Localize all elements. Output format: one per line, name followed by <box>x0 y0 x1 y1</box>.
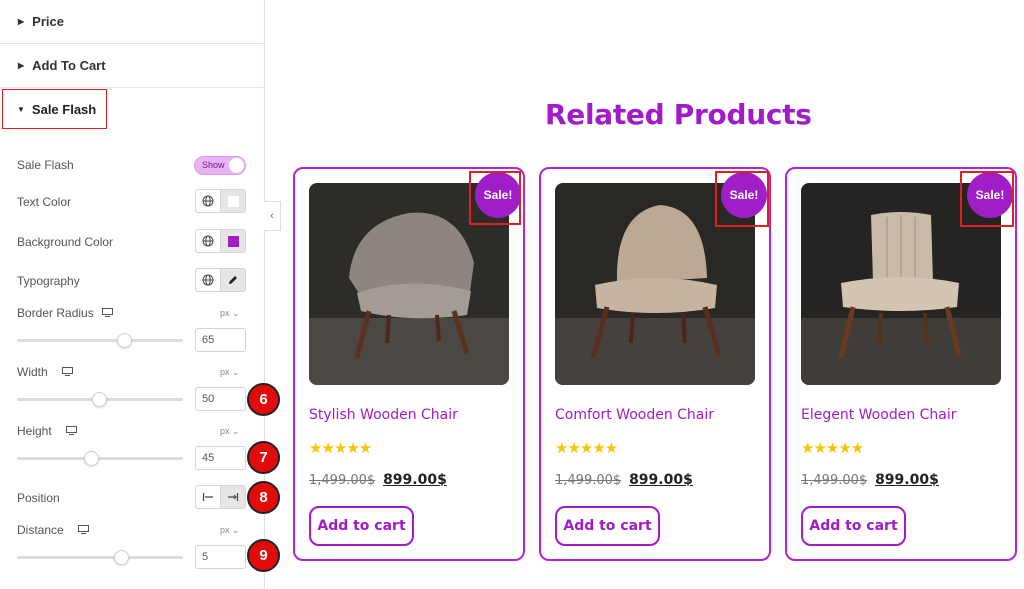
background-color-control <box>195 229 246 253</box>
section-add-to-cart[interactable]: ▶ Add To Cart <box>0 44 264 88</box>
typography-label: Typography <box>17 274 80 288</box>
position-label: Position <box>17 491 60 505</box>
product-card: Sale! Elegent Wooden Chair ★★★★★ 1,499.0… <box>785 167 1017 561</box>
text-color-label: Text Color <box>17 195 72 209</box>
add-to-cart-button[interactable]: Add to cart <box>555 506 660 546</box>
price-row: 1,499.00$ 899.00$ <box>309 471 447 488</box>
settings-panel: ▶ Price ▶ Add To Cart ▼ Sale Flash Sale … <box>0 0 280 589</box>
border-radius-input[interactable]: 65 <box>195 328 246 352</box>
border-radius-label: Border Radius <box>17 306 113 320</box>
text-color-control <box>195 189 246 213</box>
old-price: 1,499.00$ <box>801 473 868 488</box>
old-price: 1,499.00$ <box>555 473 622 488</box>
distance-input[interactable]: 5 <box>195 545 246 569</box>
pencil-icon[interactable] <box>220 269 245 291</box>
border-radius-slider-handle[interactable] <box>117 333 132 348</box>
star-rating: ★★★★★ <box>801 440 864 457</box>
globe-icon[interactable] <box>196 190 220 212</box>
height-input[interactable]: 45 <box>195 446 246 470</box>
caret-right-icon: ▶ <box>18 61 25 70</box>
monitor-icon[interactable] <box>77 523 89 537</box>
globe-icon[interactable] <box>196 269 220 291</box>
align-left-icon[interactable] <box>196 486 220 508</box>
section-sale-flash-label: Sale Flash <box>31 101 97 117</box>
add-to-cart-button[interactable]: Add to cart <box>309 506 414 546</box>
position-control <box>195 485 246 509</box>
height-text: Height <box>17 424 52 438</box>
height-slider[interactable] <box>17 457 183 460</box>
background-color-label: Background Color <box>17 235 114 249</box>
monitor-icon[interactable] <box>61 365 73 379</box>
width-unit[interactable]: px ⌄ <box>220 367 240 378</box>
old-price: 1,499.00$ <box>309 473 376 488</box>
width-text: Width <box>17 365 48 379</box>
product-name[interactable]: Elegent Wooden Chair <box>801 407 957 423</box>
highlight-outline <box>715 171 769 227</box>
sale-price: 899.00$ <box>383 472 447 488</box>
product-card: Sale! Stylish Wooden Chair ★★★★★ 1,499.0… <box>293 167 525 561</box>
sale-flash-toggle[interactable]: Show <box>194 156 246 175</box>
distance-text: Distance <box>17 523 64 537</box>
width-input[interactable]: 50 <box>195 387 246 411</box>
price-row: 1,499.00$ 899.00$ <box>555 471 693 488</box>
step-marker-9: 9 <box>247 539 280 572</box>
globe-icon[interactable] <box>196 230 220 252</box>
section-price-label: Price <box>32 14 64 29</box>
height-unit[interactable]: px ⌄ <box>220 426 240 437</box>
add-to-cart-button[interactable]: Add to cart <box>801 506 906 546</box>
highlight-outline <box>960 171 1014 227</box>
height-slider-handle[interactable] <box>84 451 99 466</box>
distance-slider-handle[interactable] <box>114 550 129 565</box>
monitor-icon[interactable] <box>65 424 77 438</box>
border-radius-text: Border Radius <box>17 306 94 320</box>
step-marker-7: 7 <box>247 441 280 474</box>
swatch <box>227 195 239 207</box>
chevron-left-icon: ‹ <box>270 210 274 222</box>
star-rating: ★★★★★ <box>555 440 618 457</box>
typography-control <box>195 268 246 292</box>
monitor-icon[interactable] <box>101 306 113 320</box>
step-marker-8: 8 <box>247 481 280 514</box>
unit-text: px <box>220 367 230 377</box>
caret-right-icon: ▶ <box>18 17 25 26</box>
toggle-knob <box>229 158 244 173</box>
product-card: Sale! Comfort Wooden Chair ★★★★★ 1,499.0… <box>539 167 771 561</box>
sale-flash-label: Sale Flash <box>17 158 74 172</box>
caret-down-icon: ▼ <box>17 104 25 114</box>
swatch <box>227 235 239 247</box>
price-row: 1,499.00$ 899.00$ <box>801 471 939 488</box>
distance-unit[interactable]: px ⌄ <box>220 525 240 536</box>
page-title: Related Products <box>545 98 812 131</box>
text-color-swatch[interactable] <box>220 190 245 212</box>
product-name[interactable]: Stylish Wooden Chair <box>309 407 458 423</box>
product-name[interactable]: Comfort Wooden Chair <box>555 407 714 423</box>
toggle-text: Show <box>202 160 225 170</box>
sale-price: 899.00$ <box>875 472 939 488</box>
section-sale-flash[interactable]: ▼ Sale Flash <box>2 89 107 129</box>
sale-price: 899.00$ <box>629 472 693 488</box>
width-slider-handle[interactable] <box>92 392 107 407</box>
collapse-panel-button[interactable]: ‹ <box>264 201 281 231</box>
unit-text: px <box>220 525 230 535</box>
align-right-icon[interactable] <box>220 486 245 508</box>
distance-slider[interactable] <box>17 556 183 559</box>
step-marker-6: 6 <box>247 383 280 416</box>
unit-text: px <box>220 426 230 436</box>
star-rating: ★★★★★ <box>309 440 372 457</box>
background-color-swatch[interactable] <box>220 230 245 252</box>
distance-label: Distance <box>17 523 89 537</box>
height-label: Height <box>17 424 77 438</box>
width-label: Width <box>17 365 73 379</box>
section-price[interactable]: ▶ Price <box>0 0 264 44</box>
section-add-to-cart-label: Add To Cart <box>32 58 106 73</box>
unit-text: px <box>220 308 230 318</box>
highlight-outline <box>469 171 521 225</box>
border-radius-unit[interactable]: px ⌄ <box>220 308 240 319</box>
border-radius-slider[interactable] <box>17 339 183 342</box>
